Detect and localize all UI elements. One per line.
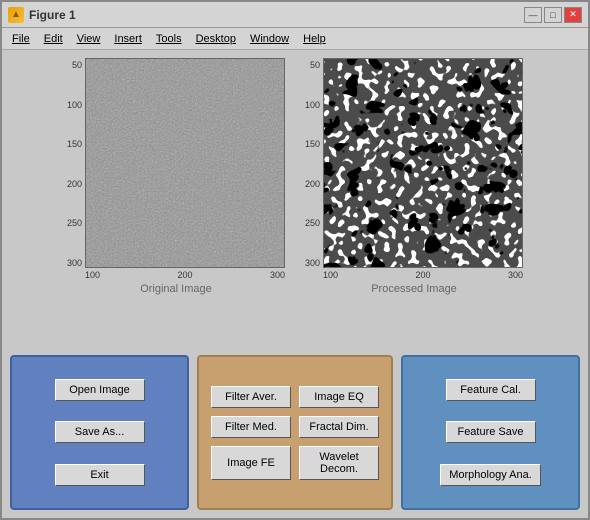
original-image-canvas [85,58,285,268]
menu-view[interactable]: View [71,31,107,47]
middle-panel: Filter Aver. Image EQ Filter Med. Fracta… [197,355,393,510]
open-image-button[interactable]: Open Image [55,379,145,401]
original-plot-area: 100 200 300 [85,58,285,280]
original-image-label: Original Image [140,283,212,295]
processed-plot-area: 100 200 300 [323,58,523,280]
main-content: 50 100 150 200 250 300 [2,50,588,518]
menu-edit[interactable]: Edit [38,31,69,47]
original-y-axis: 50 100 150 200 250 300 [67,58,85,268]
image-fe-button[interactable]: Image FE [211,446,291,480]
menu-insert[interactable]: Insert [108,31,148,47]
minimize-button[interactable]: — [524,7,542,23]
processed-image-canvas [323,58,523,268]
close-button[interactable]: ✕ [564,7,582,23]
title-buttons: — □ ✕ [524,7,582,23]
left-panel: Open Image Save As... Exit [10,355,189,510]
fractal-dim-button[interactable]: Fractal Dim. [299,416,379,438]
processed-image-label: Processed Image [371,283,457,295]
menu-file[interactable]: File [6,31,36,47]
image-eq-button[interactable]: Image EQ [299,386,379,408]
exit-button[interactable]: Exit [55,464,145,486]
processed-axes: 50 100 150 200 250 300 [305,58,523,280]
maximize-button[interactable]: □ [544,7,562,23]
menu-window[interactable]: Window [244,31,295,47]
feature-save-button[interactable]: Feature Save [446,421,536,443]
middle-panel-inner: Filter Aver. Image EQ Filter Med. Fracta… [207,386,383,480]
processed-image-plot: 50 100 150 200 250 300 [305,58,523,347]
menubar: File Edit View Insert Tools Desktop Wind… [2,28,588,50]
main-window: ▲ Figure 1 — □ ✕ File Edit View Insert T… [0,0,590,520]
menu-tools[interactable]: Tools [150,31,188,47]
original-axes: 50 100 150 200 250 300 [67,58,285,280]
morphology-ana-button[interactable]: Morphology Ana. [440,464,541,486]
filter-aver-button[interactable]: Filter Aver. [211,386,291,408]
title-bar: ▲ Figure 1 — □ ✕ [2,2,588,28]
window-title: Figure 1 [29,8,76,22]
processed-x-axis: 100 200 300 [323,268,523,280]
feature-cal-button[interactable]: Feature Cal. [446,379,536,401]
wavelet-decom-button[interactable]: Wavelet Decom. [299,446,379,480]
filter-med-button[interactable]: Filter Med. [211,416,291,438]
save-as-button[interactable]: Save As... [55,421,145,443]
right-panel: Feature Cal. Feature Save Morphology Ana… [401,355,580,510]
plots-area: 50 100 150 200 250 300 [10,58,580,347]
original-x-axis: 100 200 300 [85,268,285,280]
processed-y-axis: 50 100 150 200 250 300 [305,58,323,268]
buttons-area: Open Image Save As... Exit Filter Aver. … [10,355,580,510]
original-image-svg [86,59,285,268]
title-bar-left: ▲ Figure 1 [8,7,76,23]
original-image-plot: 50 100 150 200 250 300 [67,58,285,347]
menu-help[interactable]: Help [297,31,332,47]
app-icon: ▲ [8,7,24,23]
processed-image-svg [324,59,523,268]
menu-desktop[interactable]: Desktop [190,31,242,47]
